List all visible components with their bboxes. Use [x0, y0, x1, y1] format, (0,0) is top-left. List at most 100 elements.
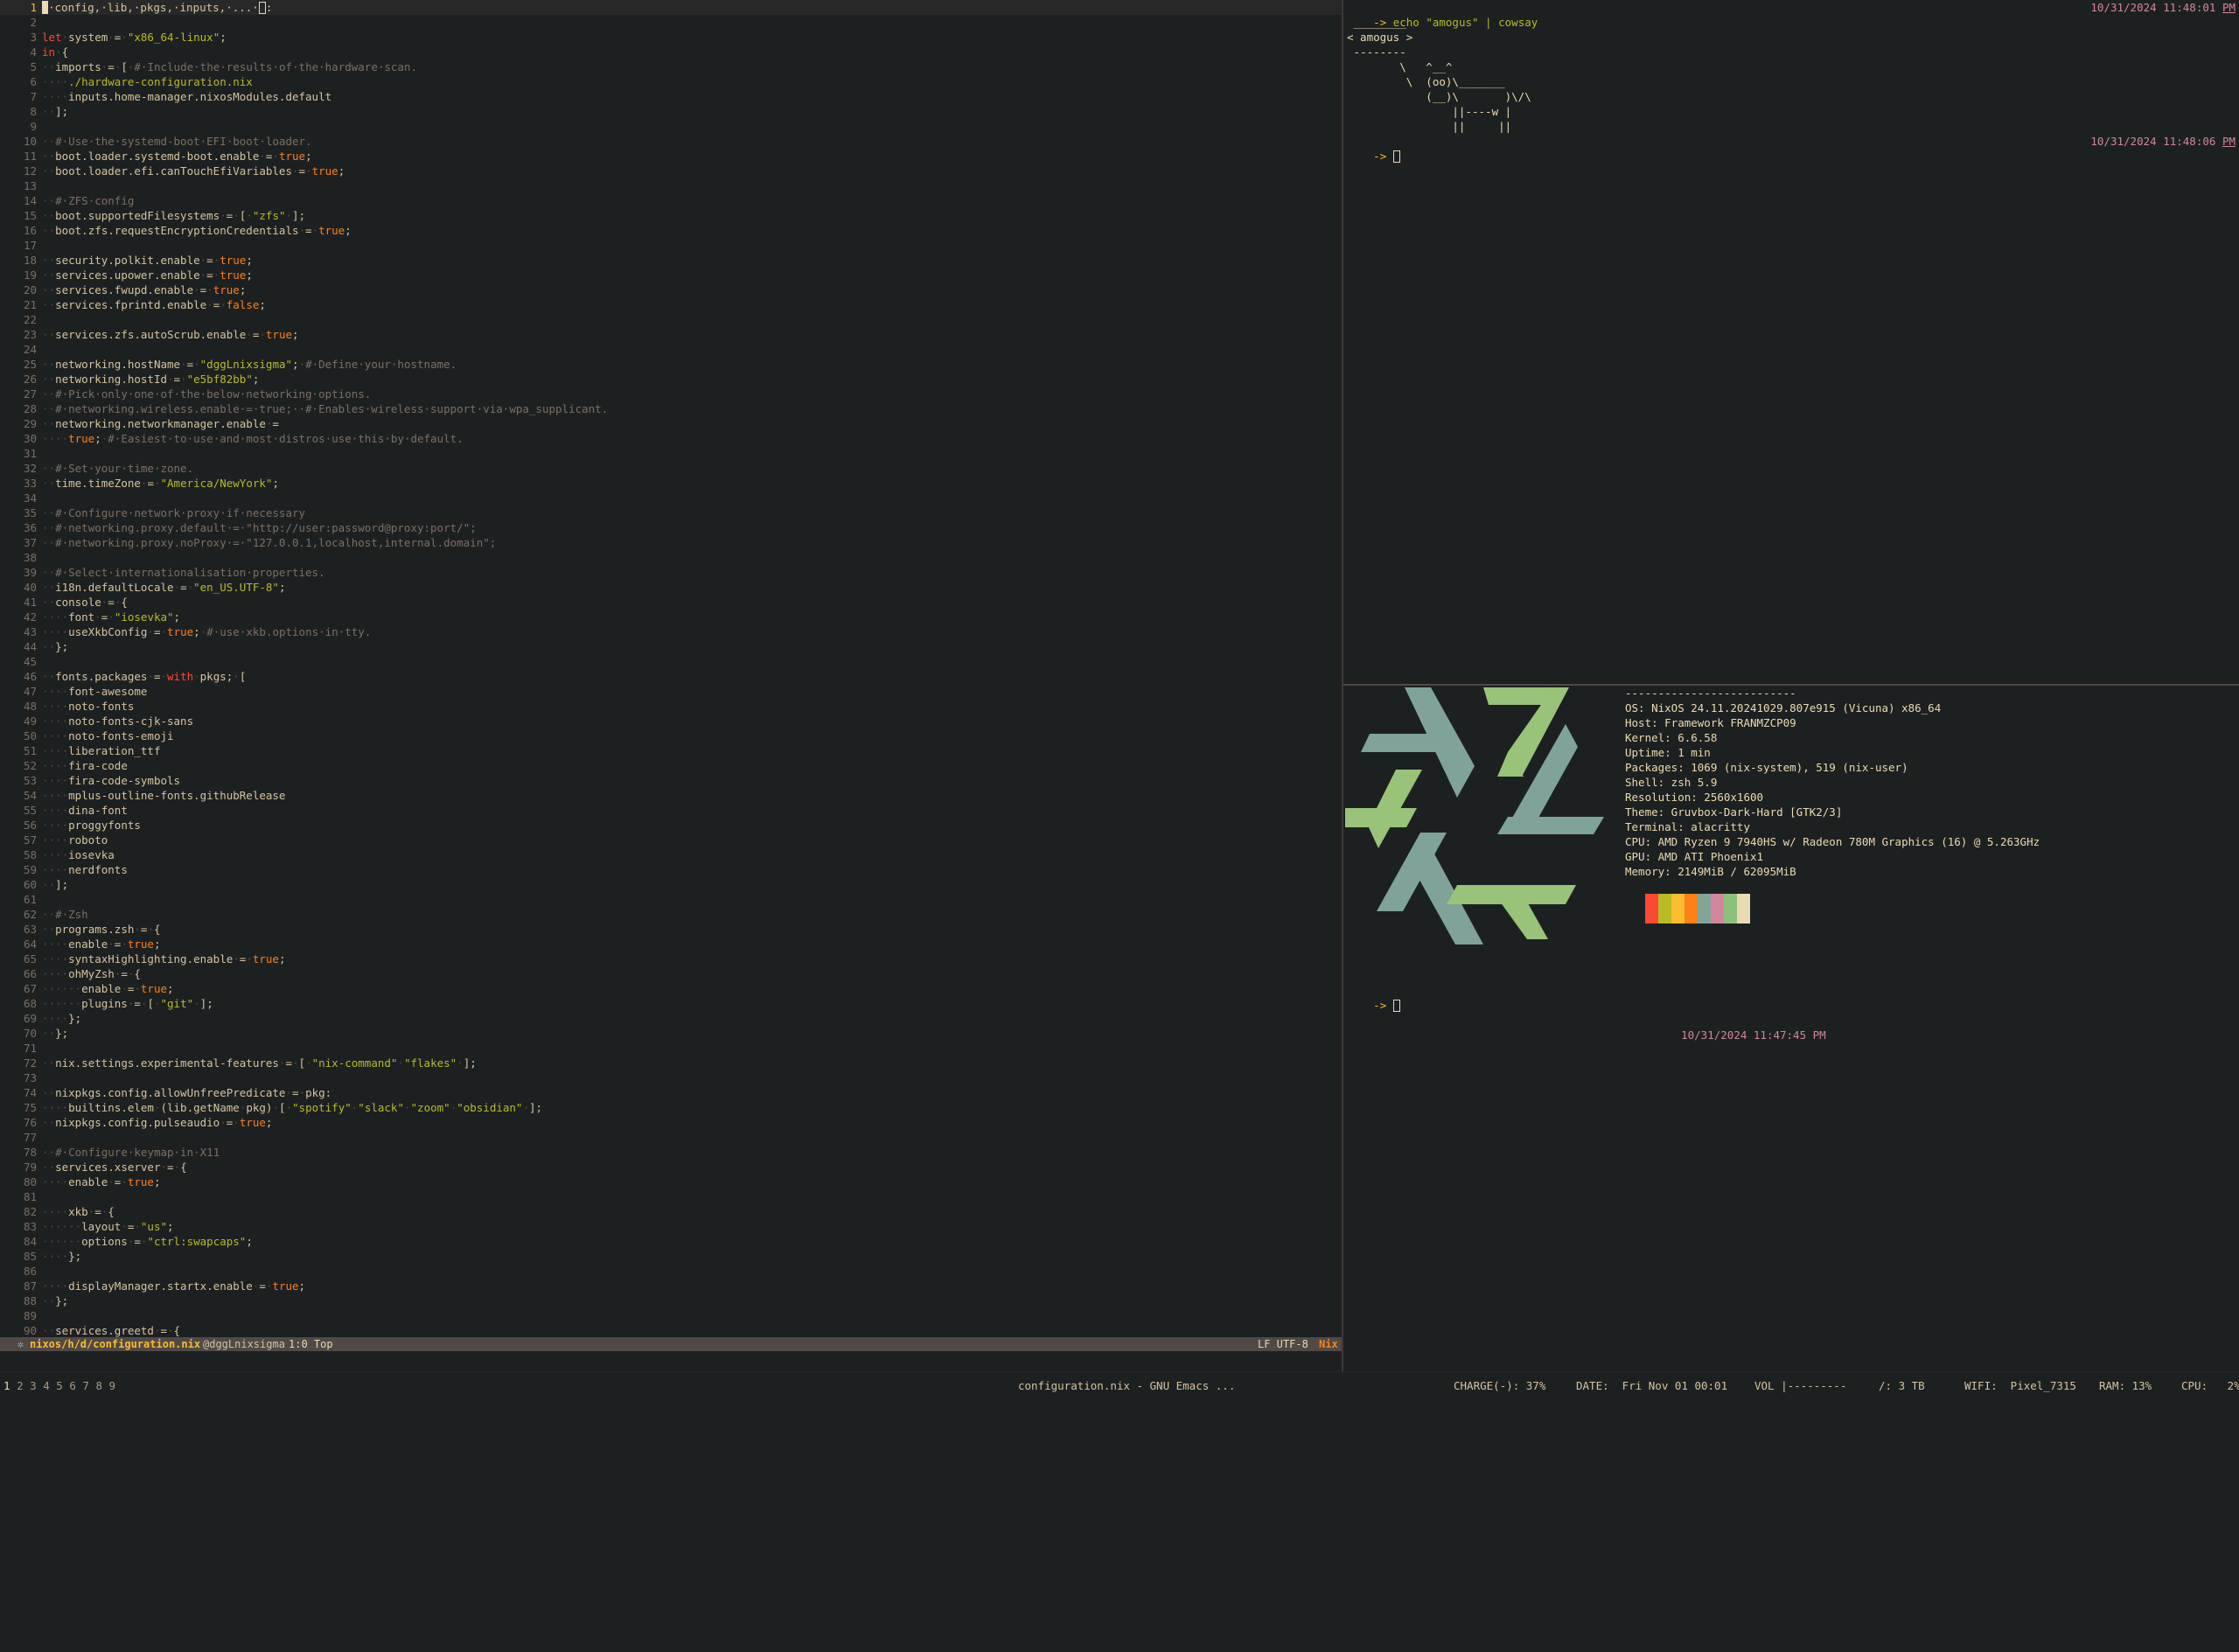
- code-line[interactable]: 53 ····fira-code-symbols: [0, 773, 1342, 788]
- workspace-6[interactable]: 6: [69, 1379, 82, 1392]
- code-line[interactable]: 36 ··#·networking.proxy.default·=·"http:/…: [0, 520, 1342, 535]
- workspace-9[interactable]: 9: [109, 1379, 122, 1392]
- code-line[interactable]: 9: [0, 119, 1342, 134]
- code-line[interactable]: 50 ····noto-fonts-emoji: [0, 728, 1342, 743]
- code-line[interactable]: 77: [0, 1130, 1342, 1145]
- code-line[interactable]: 65 ····syntaxHighlighting.enable·=·true;: [0, 951, 1342, 966]
- code-line[interactable]: 72 ··nix.settings.experimental-features·=…: [0, 1056, 1342, 1070]
- code-line[interactable]: 20 ··services.fwupd.enable·=·true;: [0, 282, 1342, 297]
- terminal-bottom[interactable]: -------------------------- OS: NixOS 24.…: [1343, 686, 2239, 1371]
- code-line[interactable]: 49 ····noto-fonts-cjk-sans: [0, 714, 1342, 728]
- terminal-prompt-line[interactable]: ->: [1347, 983, 1400, 1012]
- code-line[interactable]: 22: [0, 312, 1342, 327]
- code-line[interactable]: 90 ··services.greetd·=·{: [0, 1323, 1342, 1338]
- code-line[interactable]: 46 ··fonts.packages·=·with·pkgs;·[: [0, 669, 1342, 684]
- code-line[interactable]: 37 ··#·networking.proxy.noProxy·=·"127.0.…: [0, 535, 1342, 550]
- code-line[interactable]: 86: [0, 1264, 1342, 1279]
- code-line[interactable]: 45: [0, 654, 1342, 669]
- code-line[interactable]: 59 ····nerdfonts: [0, 862, 1342, 877]
- code-line[interactable]: 87 ····displayManager.startx.enable·=·tru…: [0, 1279, 1342, 1293]
- code-line[interactable]: 19 ··services.upower.enable·=·true;: [0, 268, 1342, 282]
- code-line[interactable]: 31: [0, 446, 1342, 461]
- code-line[interactable]: 66 ····ohMyZsh·=·{: [0, 966, 1342, 981]
- code-line[interactable]: 69 ····};: [0, 1011, 1342, 1026]
- code-line[interactable]: 56 ····proggyfonts: [0, 818, 1342, 833]
- code-line[interactable]: 44 ··};: [0, 639, 1342, 654]
- code-line[interactable]: 3 let·system·=·"x86_64-linux";: [0, 30, 1342, 45]
- code-line[interactable]: 16 ··boot.zfs.requestEncryptionCredential…: [0, 223, 1342, 238]
- code-line[interactable]: 28 ··#·networking.wireless.enable·=·true;…: [0, 401, 1342, 416]
- workspace-2[interactable]: 2: [17, 1379, 30, 1392]
- code-line[interactable]: 32 ··#·Set·your·time·zone.: [0, 461, 1342, 476]
- workspace-list[interactable]: 1 2 3 4 5 6 7 8 9: [3, 1372, 122, 1400]
- editor-buffer[interactable]: 1 ·config,·lib,·pkgs,·inputs,·...·:2 3 let·…: [0, 0, 1342, 1338]
- code-line[interactable]: 43 ····useXkbConfig·=·true;·#·use·xkb.opt…: [0, 624, 1342, 639]
- code-line[interactable]: 40 ··i18n.defaultLocale·=·"en_US.UTF-8";: [0, 580, 1342, 595]
- workspace-8[interactable]: 8: [95, 1379, 108, 1392]
- code-line[interactable]: 18 ··security.polkit.enable·=·true;: [0, 253, 1342, 268]
- code-line[interactable]: 4 in·{: [0, 45, 1342, 59]
- code-line[interactable]: 57 ····roboto: [0, 833, 1342, 847]
- code-line[interactable]: 58 ····iosevka: [0, 847, 1342, 862]
- code-line[interactable]: 30 ····true;·#·Easiest·to·use·and·most·di…: [0, 431, 1342, 446]
- workspace-3[interactable]: 3: [30, 1379, 43, 1392]
- code-line[interactable]: 7 ····inputs.home-manager.nixosModules.de…: [0, 89, 1342, 104]
- code-line[interactable]: 35 ··#·Configure·network·proxy·if·necessa…: [0, 505, 1342, 520]
- code-line[interactable]: 62 ··#·Zsh: [0, 907, 1342, 922]
- terminal-prompt-line[interactable]: ->: [1347, 134, 1400, 163]
- code-line[interactable]: 74 ··nixpkgs.config.allowUnfreePredicate·…: [0, 1085, 1342, 1100]
- code-line[interactable]: 6 ····./hardware-configuration.nix: [0, 74, 1342, 89]
- code-line[interactable]: 2: [0, 15, 1342, 30]
- code-line[interactable]: 41 ··console·=·{: [0, 595, 1342, 610]
- code-line[interactable]: 61: [0, 892, 1342, 907]
- code-line[interactable]: 8 ··];: [0, 104, 1342, 119]
- code-line[interactable]: 33 ··time.timeZone·=·"America/NewYork";: [0, 476, 1342, 491]
- code-line[interactable]: 24: [0, 342, 1342, 357]
- code-line[interactable]: 82 ····xkb·=·{: [0, 1204, 1342, 1219]
- code-line[interactable]: 12 ··boot.loader.efi.canTouchEfiVariables…: [0, 164, 1342, 178]
- code-line[interactable]: 85 ····};: [0, 1249, 1342, 1264]
- code-line[interactable]: 79 ··services.xserver·=·{: [0, 1160, 1342, 1175]
- code-line[interactable]: 27 ··#·Pick·only·one·of·the·below·network…: [0, 387, 1342, 401]
- code-line[interactable]: 48 ····noto-fonts: [0, 699, 1342, 714]
- workspace-1[interactable]: 1: [3, 1379, 17, 1392]
- code-line[interactable]: 89: [0, 1308, 1342, 1323]
- code-line[interactable]: 25 ··networking.hostName·=·"dggLnixsigma"…: [0, 357, 1342, 372]
- code-line[interactable]: 73: [0, 1070, 1342, 1085]
- code-line[interactable]: 17: [0, 238, 1342, 253]
- code-line[interactable]: 67 ······enable·=·true;: [0, 981, 1342, 996]
- code-line[interactable]: 71: [0, 1041, 1342, 1056]
- code-line[interactable]: 54 ····mplus-outline-fonts.githubRelease: [0, 788, 1342, 803]
- code-line[interactable]: 76 ··nixpkgs.config.pulseaudio·=·true;: [0, 1115, 1342, 1130]
- code-line[interactable]: 14 ··#·ZFS·config: [0, 193, 1342, 208]
- code-line[interactable]: 47 ····font-awesome: [0, 684, 1342, 699]
- code-line[interactable]: 13: [0, 178, 1342, 193]
- code-line[interactable]: 64 ····enable·=·true;: [0, 937, 1342, 951]
- workspace-7[interactable]: 7: [82, 1379, 95, 1392]
- code-line[interactable]: 29 ··networking.networkmanager.enable·=: [0, 416, 1342, 431]
- code-line[interactable]: 42 ····font·=·"iosevka";: [0, 610, 1342, 624]
- code-line[interactable]: 84 ······options·=·"ctrl:swapcaps";: [0, 1234, 1342, 1249]
- code-line[interactable]: 1 ·config,·lib,·pkgs,·inputs,·...·:: [0, 0, 1342, 15]
- code-line[interactable]: 81: [0, 1189, 1342, 1204]
- code-line[interactable]: 11 ··boot.loader.systemd-boot.enable·=·tr…: [0, 149, 1342, 164]
- code-line[interactable]: 34: [0, 491, 1342, 505]
- workspace-4[interactable]: 4: [43, 1379, 56, 1392]
- code-line[interactable]: 80 ····enable·=·true;: [0, 1175, 1342, 1189]
- code-line[interactable]: 10 ··#·Use·the·systemd-boot·EFI·boot·load…: [0, 134, 1342, 149]
- code-line[interactable]: 38: [0, 550, 1342, 565]
- volume-status[interactable]: VOL |---------: [1754, 1372, 1846, 1400]
- code-line[interactable]: 55 ····dina-font: [0, 803, 1342, 818]
- code-line[interactable]: 70 ··};: [0, 1026, 1342, 1041]
- code-line[interactable]: 88 ··};: [0, 1293, 1342, 1308]
- emacs-window[interactable]: 1 ·config,·lib,·pkgs,·inputs,·...·:2 3 let·…: [0, 0, 1342, 1351]
- code-line[interactable]: 39 ··#·Select·internationalisation·proper…: [0, 565, 1342, 580]
- code-line[interactable]: 51 ····liberation_ttf: [0, 743, 1342, 758]
- code-line[interactable]: 60 ··];: [0, 877, 1342, 892]
- code-line[interactable]: 63 ··programs.zsh·=·{: [0, 922, 1342, 937]
- code-line[interactable]: 23 ··services.zfs.autoScrub.enable·=·true…: [0, 327, 1342, 342]
- workspace-5[interactable]: 5: [56, 1379, 69, 1392]
- code-line[interactable]: 15 ··boot.supportedFilesystems·=·[·"zfs"·…: [0, 208, 1342, 223]
- code-line[interactable]: 75 ····builtins.elem·(lib.getName·pkg)·[·…: [0, 1100, 1342, 1115]
- code-line[interactable]: 26 ··networking.hostId·=·"e5bf82bb";: [0, 372, 1342, 387]
